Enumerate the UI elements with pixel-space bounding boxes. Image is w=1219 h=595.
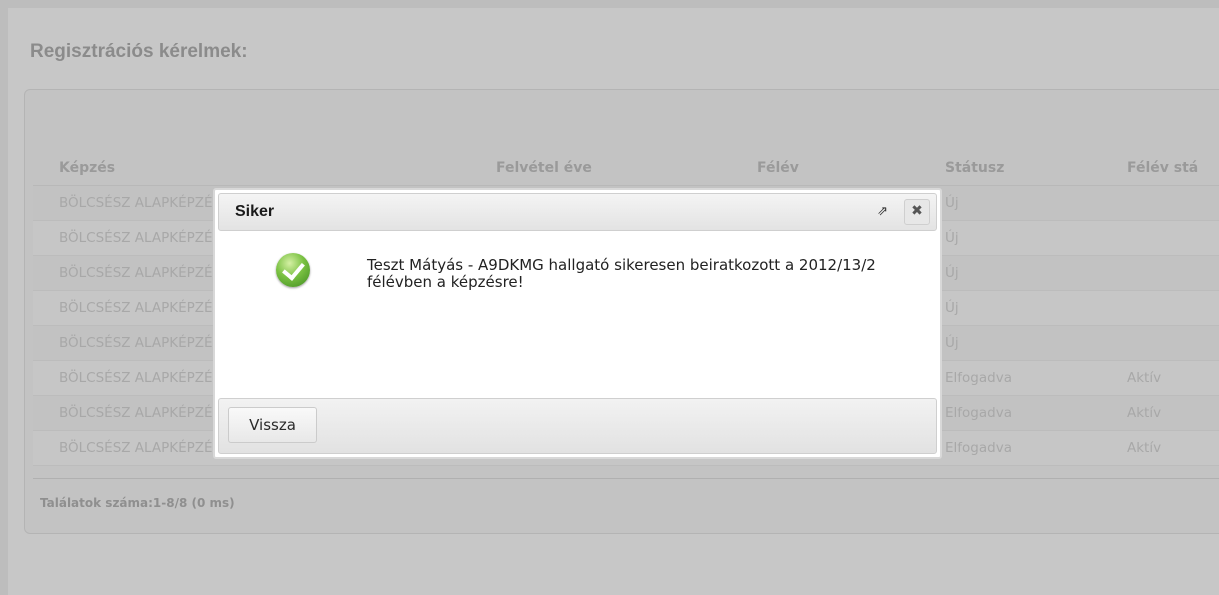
cell-statusz: Új [945, 265, 959, 281]
cell-statusz: Elfogadva [945, 405, 1012, 421]
back-button[interactable]: Vissza [228, 407, 317, 443]
cell-felev-statusz: Aktív [1127, 370, 1162, 386]
cell-felev-statusz: Aktív [1127, 405, 1162, 421]
dialog-titlebar[interactable]: Siker ⇗ ✖ [218, 193, 937, 231]
cell-kepzes: BÖLCSÉSZ ALAPKÉPZÉS [59, 230, 222, 246]
header-felev[interactable]: Félév [757, 160, 799, 176]
close-icon[interactable]: ✖ [904, 199, 930, 225]
success-dialog: Siker ⇗ ✖ Teszt Mátyás - A9DKMG hallgató… [213, 188, 942, 459]
header-statusz[interactable]: Státusz [945, 160, 1004, 176]
cell-kepzes: BÖLCSÉSZ ALAPKÉPZÉS [59, 335, 222, 351]
result-count: Találatok száma:1-8/8 (0 ms) [40, 496, 235, 510]
cell-statusz: Új [945, 335, 959, 351]
cell-statusz: Új [945, 230, 959, 246]
cell-statusz: Új [945, 300, 959, 316]
section-title: Regisztrációs kérelmek: [30, 41, 248, 62]
table-header: Képzés Felvétel éve Félév Státusz Félév … [33, 150, 1219, 186]
dialog-footer: Vissza [218, 398, 937, 454]
cell-felev-statusz: Aktív [1127, 440, 1162, 456]
dialog-title: Siker [235, 203, 275, 220]
cell-kepzes: BÖLCSÉSZ ALAPKÉPZÉS [59, 370, 222, 386]
header-kepzes[interactable]: Képzés [59, 160, 115, 176]
cell-kepzes: BÖLCSÉSZ ALAPKÉPZÉS [59, 265, 222, 281]
external-link-icon[interactable]: ⇗ [877, 204, 888, 219]
cell-kepzes: BÖLCSÉSZ ALAPKÉPZÉS [59, 300, 222, 316]
cell-statusz: Új [945, 195, 959, 211]
table-footer: Találatok száma:1-8/8 (0 ms) [33, 478, 1219, 527]
cell-kepzes: BÖLCSÉSZ ALAPKÉPZÉS [59, 195, 222, 211]
cell-kepzes: BÖLCSÉSZ ALAPKÉPZÉS [59, 440, 222, 456]
cell-statusz: Elfogadva [945, 370, 1012, 386]
success-check-icon [276, 253, 310, 287]
header-felvetel-eve[interactable]: Felvétel éve [496, 160, 592, 176]
header-felev-statusz[interactable]: Félév stá [1127, 160, 1198, 176]
dialog-message: Teszt Mátyás - A9DKMG hallgató sikeresen… [367, 256, 876, 291]
cell-kepzes: BÖLCSÉSZ ALAPKÉPZÉS [59, 405, 222, 421]
cell-statusz: Elfogadva [945, 440, 1012, 456]
